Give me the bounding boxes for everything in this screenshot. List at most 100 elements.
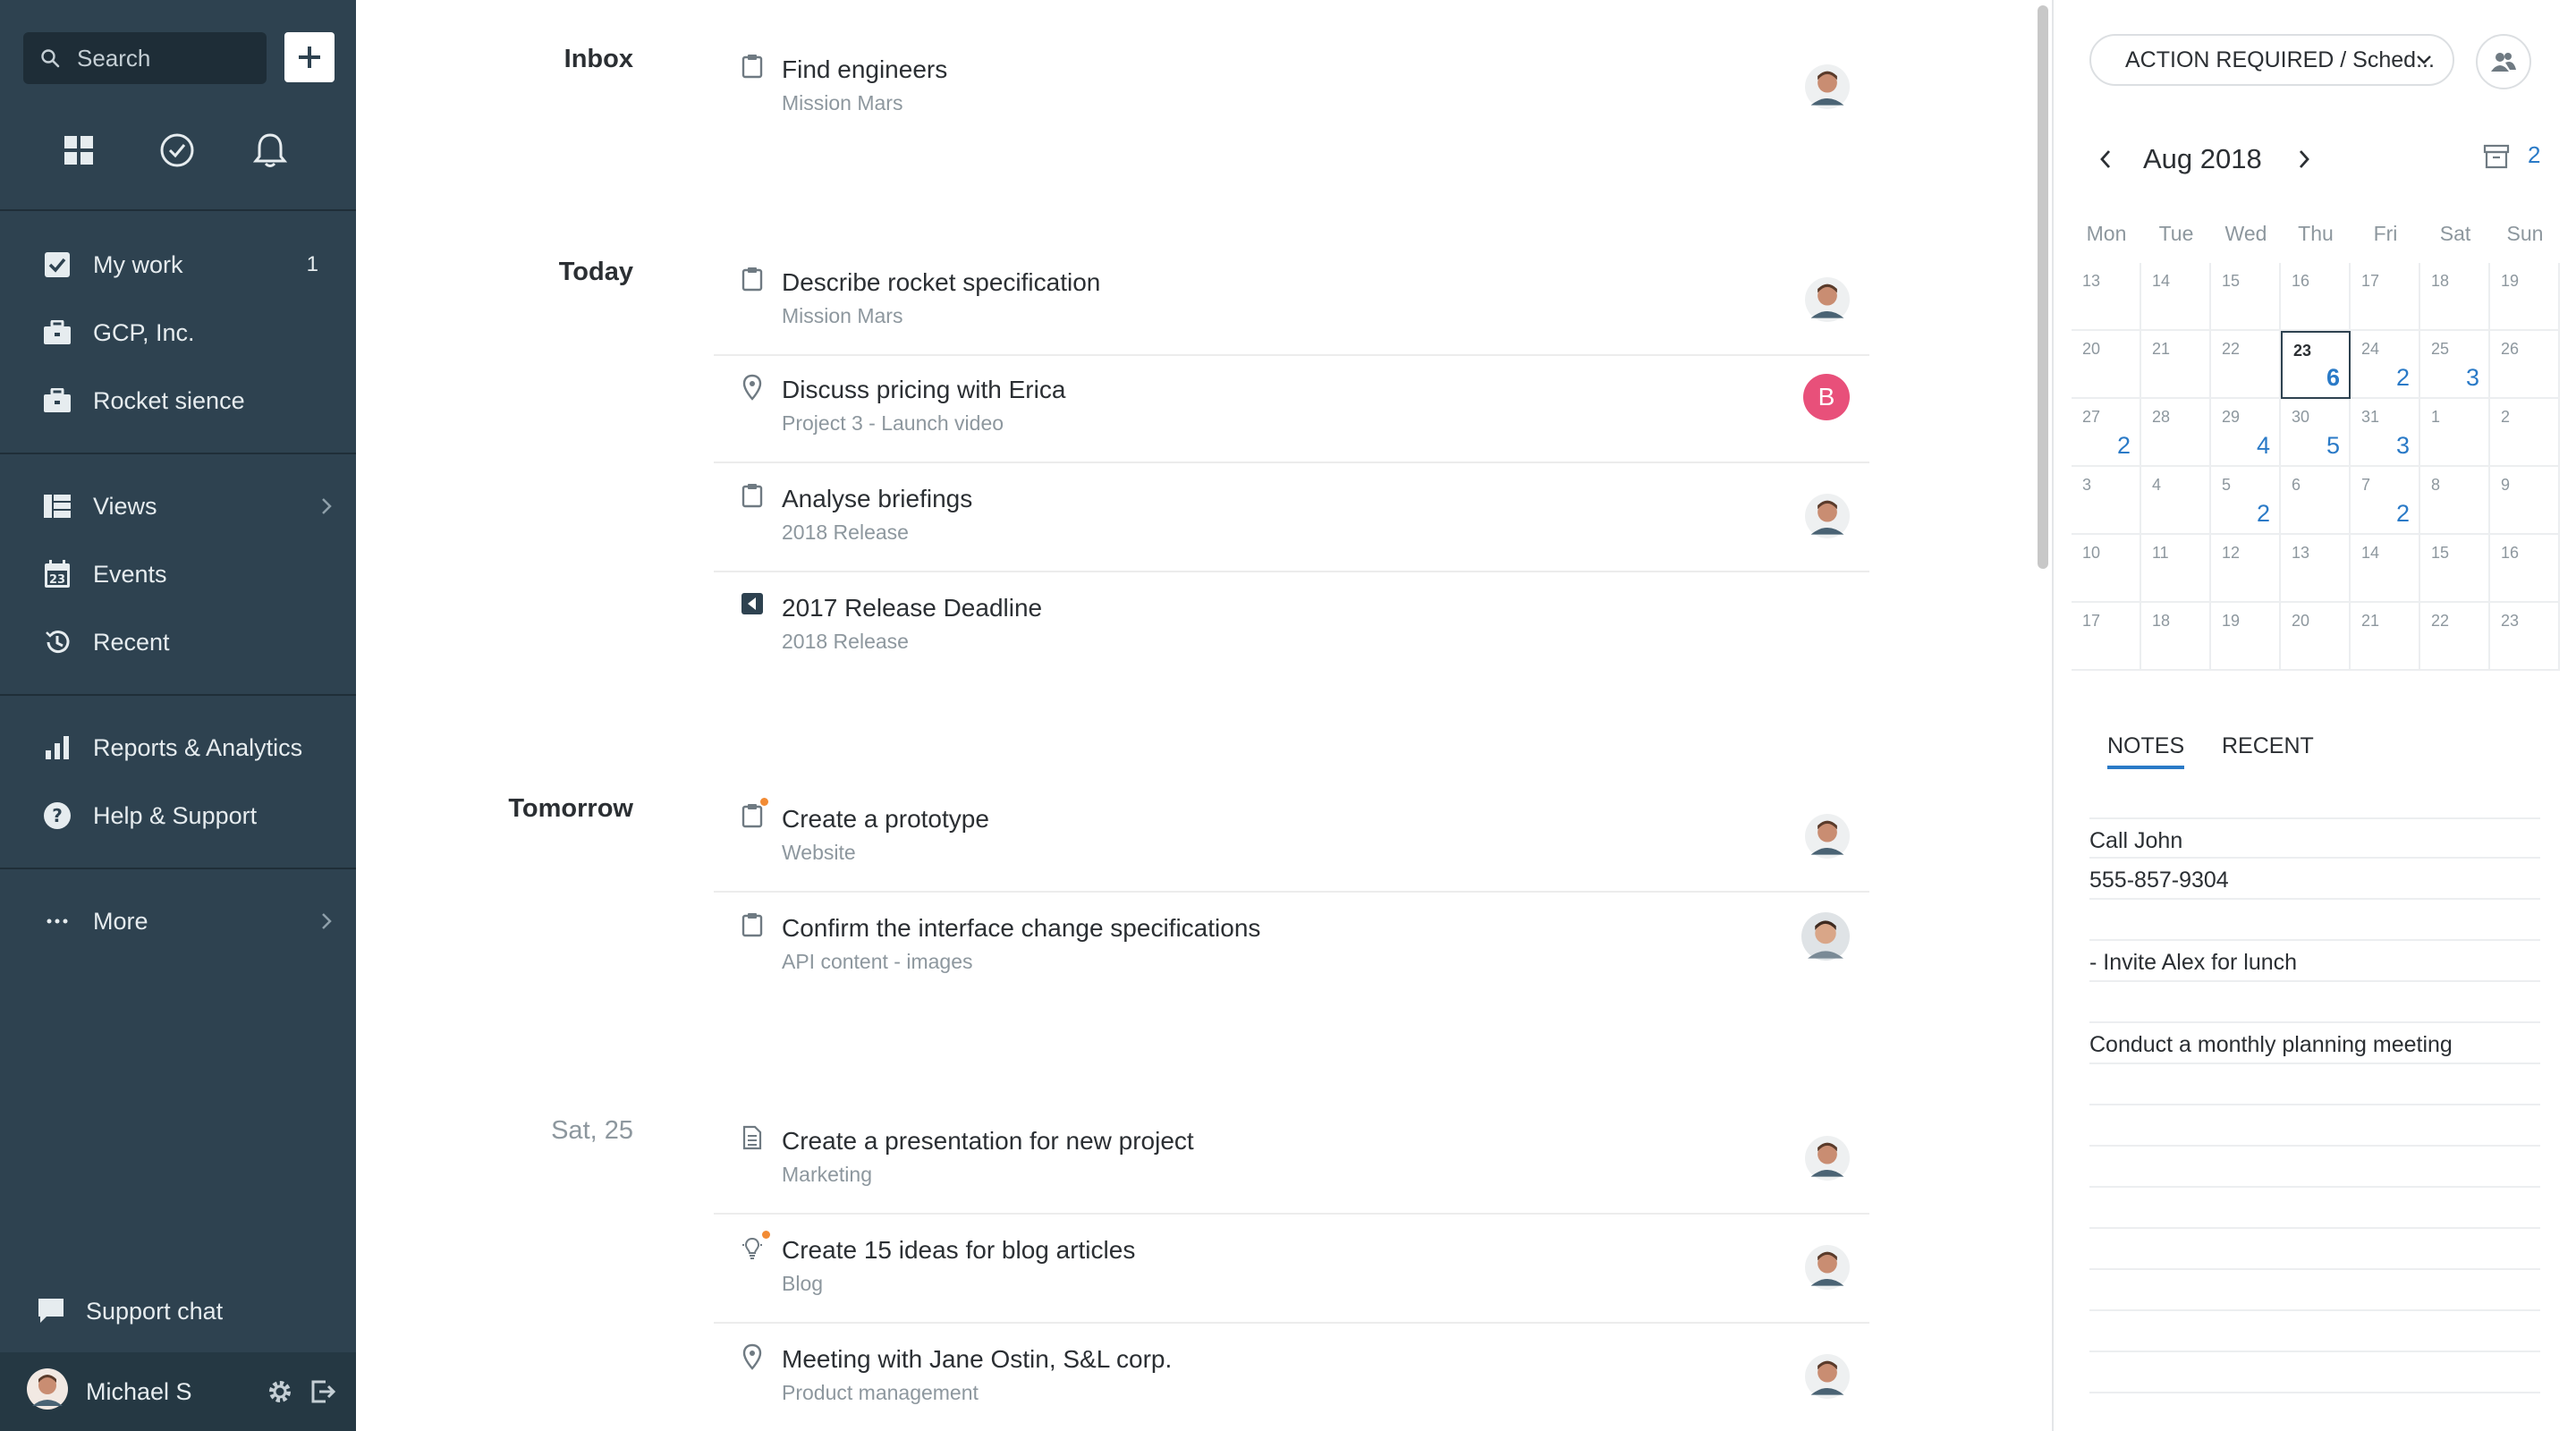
sidebar-item-events[interactable]: 23 Events [0,547,356,601]
task-row[interactable]: Create a prototype Website [714,785,1869,893]
filter-dropdown[interactable]: ACTION REQUIRED / Sched... [2089,34,2454,86]
sidebar-item-more[interactable]: More [0,894,356,948]
avatar[interactable] [1805,1136,1850,1185]
sidebar-item-reports[interactable]: Reports & Analytics [0,721,356,775]
user-name[interactable]: Michael S [86,1378,192,1406]
note-line[interactable] [2089,1188,2540,1229]
note-line[interactable]: Conduct a monthly planning meeting [2089,1023,2540,1064]
archive-icon[interactable] [2483,143,2510,170]
scrollbar[interactable] [2038,5,2048,569]
chevron-left-icon[interactable] [2098,148,2113,170]
calendar-day[interactable]: 24 2 [2351,331,2420,399]
calendar-day[interactable]: 20 [2072,331,2141,399]
note-line[interactable] [2089,1064,2540,1105]
task-row[interactable]: Analyse briefings 2018 Release [714,465,1869,572]
task-row[interactable]: Create a presentation for new project Ma… [714,1107,1869,1215]
calendar-day[interactable]: 15 [2420,535,2490,603]
note-line[interactable]: - Invite Alex for lunch [2089,941,2540,982]
add-button[interactable] [284,32,335,82]
avatar[interactable] [1805,1245,1850,1294]
sidebar-item-recent[interactable]: Recent [0,615,356,669]
calendar-day[interactable]: 16 [2281,263,2351,331]
calendar-day[interactable]: 3 [2072,467,2141,535]
calendar-day[interactable]: 21 [2141,331,2211,399]
note-line[interactable] [2089,1270,2540,1311]
calendar-day[interactable]: 52 [2211,467,2281,535]
sidebar-item-help[interactable]: ? Help & Support [0,789,356,843]
chevron-right-icon[interactable] [2297,148,2311,170]
sidebar-item-my-work[interactable]: My work 1 [0,238,356,292]
calendar-day[interactable]: 8 [2420,467,2490,535]
calendar-day[interactable]: 19 [2211,603,2281,671]
note-line[interactable] [2089,1147,2540,1188]
calendar-day[interactable]: 6 [2281,467,2351,535]
calendar-day[interactable]: 25 3 [2420,331,2490,399]
note-line[interactable]: Call John [2089,817,2540,859]
clock-icon[interactable] [152,125,202,175]
calendar-day[interactable]: 15 [2211,263,2281,331]
notes-list[interactable]: Call John 555-857-9304 - Invite Alex for l… [2089,817,2540,1393]
calendar-day[interactable]: 18 [2420,263,2490,331]
logout-icon[interactable] [309,1378,336,1405]
calendar-day[interactable]: 14 [2351,535,2420,603]
avatar[interactable] [1801,912,1850,965]
calendar-day-today[interactable]: 23 6 [2281,331,2351,399]
calendar-day[interactable]: 11 [2141,535,2211,603]
calendar-day[interactable]: 28 [2141,399,2211,467]
avatar[interactable] [1805,814,1850,863]
support-chat-button[interactable]: Support chat [0,1284,356,1338]
note-line[interactable] [2089,900,2540,941]
calendar-day[interactable]: 2 [2490,399,2560,467]
bell-icon[interactable] [245,125,295,175]
note-line[interactable]: 555-857-9304 [2089,859,2540,900]
calendar-day[interactable]: 10 [2072,535,2141,603]
calendar-day[interactable]: 17 [2351,263,2420,331]
calendar-day[interactable]: 26 [2490,331,2560,399]
note-line[interactable] [2089,1352,2540,1393]
note-line[interactable] [2089,1105,2540,1147]
avatar[interactable] [1805,494,1850,543]
sidebar-item-views[interactable]: Views [0,479,356,533]
people-button[interactable] [2476,34,2531,89]
note-line[interactable] [2089,1311,2540,1352]
calendar-day[interactable]: 4 [2141,467,2211,535]
calendar-day[interactable]: 31 3 [2351,399,2420,467]
calendar-day[interactable]: 23 [2490,603,2560,671]
avatar[interactable] [1805,64,1850,114]
avatar[interactable] [27,1367,68,1416]
calendar-day[interactable]: 22 [2420,603,2490,671]
task-row[interactable]: Create 15 ideas for blog articles Blog [714,1216,1869,1324]
task-row[interactable]: Meeting with Jane Ostin, S&L corp. Produ… [714,1325,1869,1431]
calendar-day[interactable]: 27 2 [2072,399,2141,467]
calendar-day[interactable]: 30 5 [2281,399,2351,467]
calendar-day[interactable]: 19 [2490,263,2560,331]
sidebar-item-gcp[interactable]: GCP, Inc. [0,306,356,360]
note-line[interactable] [2089,1229,2540,1270]
task-row[interactable]: Discuss pricing with Erica Project 3 - L… [714,356,1869,463]
calendar-day[interactable]: 14 [2141,263,2211,331]
grid-icon[interactable] [54,125,104,175]
sidebar-item-rocket-sience[interactable]: Rocket sience [0,374,356,428]
calendar-day[interactable]: 21 [2351,603,2420,671]
gear-icon[interactable] [267,1378,293,1405]
task-row[interactable]: Find engineers Mission Mars [714,36,1869,143]
tab-notes[interactable]: NOTES [2107,726,2185,769]
calendar-day[interactable]: 16 [2490,535,2560,603]
note-line[interactable] [2089,982,2540,1023]
calendar-day[interactable]: 12 [2211,535,2281,603]
tab-recent[interactable]: RECENT [2222,726,2314,769]
calendar-day[interactable]: 72 [2351,467,2420,535]
task-row[interactable]: Describe rocket specification Mission Ma… [714,249,1869,356]
calendar-day[interactable]: 13 [2281,535,2351,603]
avatar[interactable] [1805,1354,1850,1403]
calendar-day[interactable]: 1 [2420,399,2490,467]
search-input[interactable]: Search [23,32,267,84]
calendar-day[interactable]: 22 [2211,331,2281,399]
calendar-day[interactable]: 29 4 [2211,399,2281,467]
calendar-day[interactable]: 13 [2072,263,2141,331]
task-row[interactable]: Confirm the interface change specificati… [714,894,1869,1002]
avatar[interactable] [1805,277,1850,326]
avatar[interactable]: B [1803,374,1850,420]
calendar-day[interactable]: 20 [2281,603,2351,671]
task-row[interactable]: 2017 Release Deadline 2018 Release [714,574,1869,682]
